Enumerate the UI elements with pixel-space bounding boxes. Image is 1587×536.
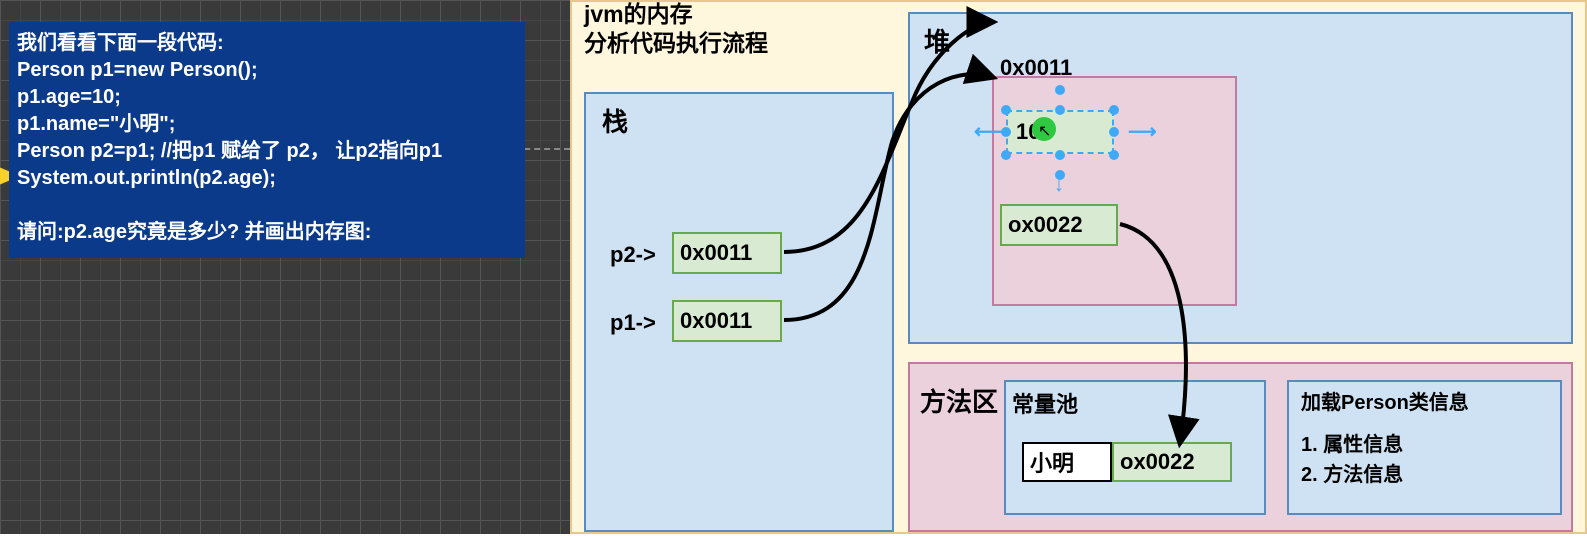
- selection-handle[interactable]: [1109, 105, 1119, 115]
- code-line-3: p1.name="小明";: [17, 113, 175, 135]
- class-info-title: 加载Person类信息: [1301, 388, 1548, 418]
- code-question: 请问:p2.age究竟是多少? 并画出内存图:: [17, 221, 371, 243]
- stack-label: 栈: [602, 102, 628, 139]
- code-line-2: p1.age=10;: [17, 86, 121, 108]
- constant-entry-value-box[interactable]: 小明: [1022, 442, 1112, 482]
- p1-address-box[interactable]: 0x0011: [672, 300, 782, 342]
- selection-handle[interactable]: [1109, 150, 1119, 160]
- code-intro: 我们看看下面一段代码:: [17, 32, 224, 54]
- constant-entry-addr-box[interactable]: ox0022: [1112, 442, 1232, 482]
- selection-handle[interactable]: [1055, 85, 1065, 95]
- title-line-1: jvm的内存: [584, 0, 768, 29]
- code-text-box: 我们看看下面一段代码: Person p1=new Person(); p1.a…: [9, 22, 525, 258]
- heap-label: 堆: [924, 22, 950, 59]
- p2-address-box[interactable]: 0x0011: [672, 232, 782, 274]
- name-ref-value: ox0022: [1008, 212, 1083, 238]
- p2-pointer-label: p2->: [610, 242, 656, 268]
- age-field-box[interactable]: 10: [1006, 110, 1114, 154]
- p1-pointer-label: p1->: [610, 310, 656, 336]
- constant-entry-addr: ox0022: [1120, 449, 1195, 475]
- class-info-item-1: 1. 属性信息: [1301, 430, 1548, 460]
- class-info-box: 加载Person类信息 1. 属性信息 2. 方法信息: [1287, 380, 1562, 515]
- method-area-label: 方法区: [920, 382, 998, 419]
- heap-object-address: 0x0011: [1000, 55, 1072, 81]
- selection-handle[interactable]: [1109, 127, 1119, 137]
- class-info-item-2: 2. 方法信息: [1301, 460, 1548, 490]
- constant-entry-value: 小明: [1030, 446, 1074, 478]
- code-line-1: Person p1=new Person();: [17, 59, 258, 81]
- selection-handle[interactable]: [1001, 150, 1011, 160]
- diagram-canvas[interactable]: jvm的内存 分析代码执行流程 栈 p2-> 0x0011 p1-> 0x001…: [570, 0, 1587, 534]
- editor-grid-background: 我们看看下面一段代码: Person p1=new Person(); p1.a…: [0, 0, 570, 534]
- p2-address-value: 0x0011: [680, 240, 752, 266]
- code-line-5: System.out.println(p2.age);: [17, 167, 276, 189]
- code-line-4: Person p2=p1; //把p1 赋给了 p2， 让p2指向p1: [17, 140, 442, 162]
- edit-cursor-icon: [1032, 117, 1056, 141]
- selection-handle[interactable]: [1055, 105, 1065, 115]
- extend-down-icon[interactable]: ↓: [1054, 174, 1064, 197]
- diagram-title: jvm的内存 分析代码执行流程: [584, 0, 768, 58]
- selection-handle[interactable]: [1055, 150, 1065, 160]
- constant-pool-label: 常量池: [1012, 387, 1078, 419]
- extend-right-icon[interactable]: ⟶: [1128, 119, 1157, 144]
- title-line-2: 分析代码执行流程: [584, 29, 768, 58]
- name-ref-box[interactable]: ox0022: [1000, 204, 1118, 246]
- extend-left-icon[interactable]: ⟵: [974, 119, 1003, 144]
- selection-handle[interactable]: [1001, 105, 1011, 115]
- p1-address-value: 0x0011: [680, 308, 752, 334]
